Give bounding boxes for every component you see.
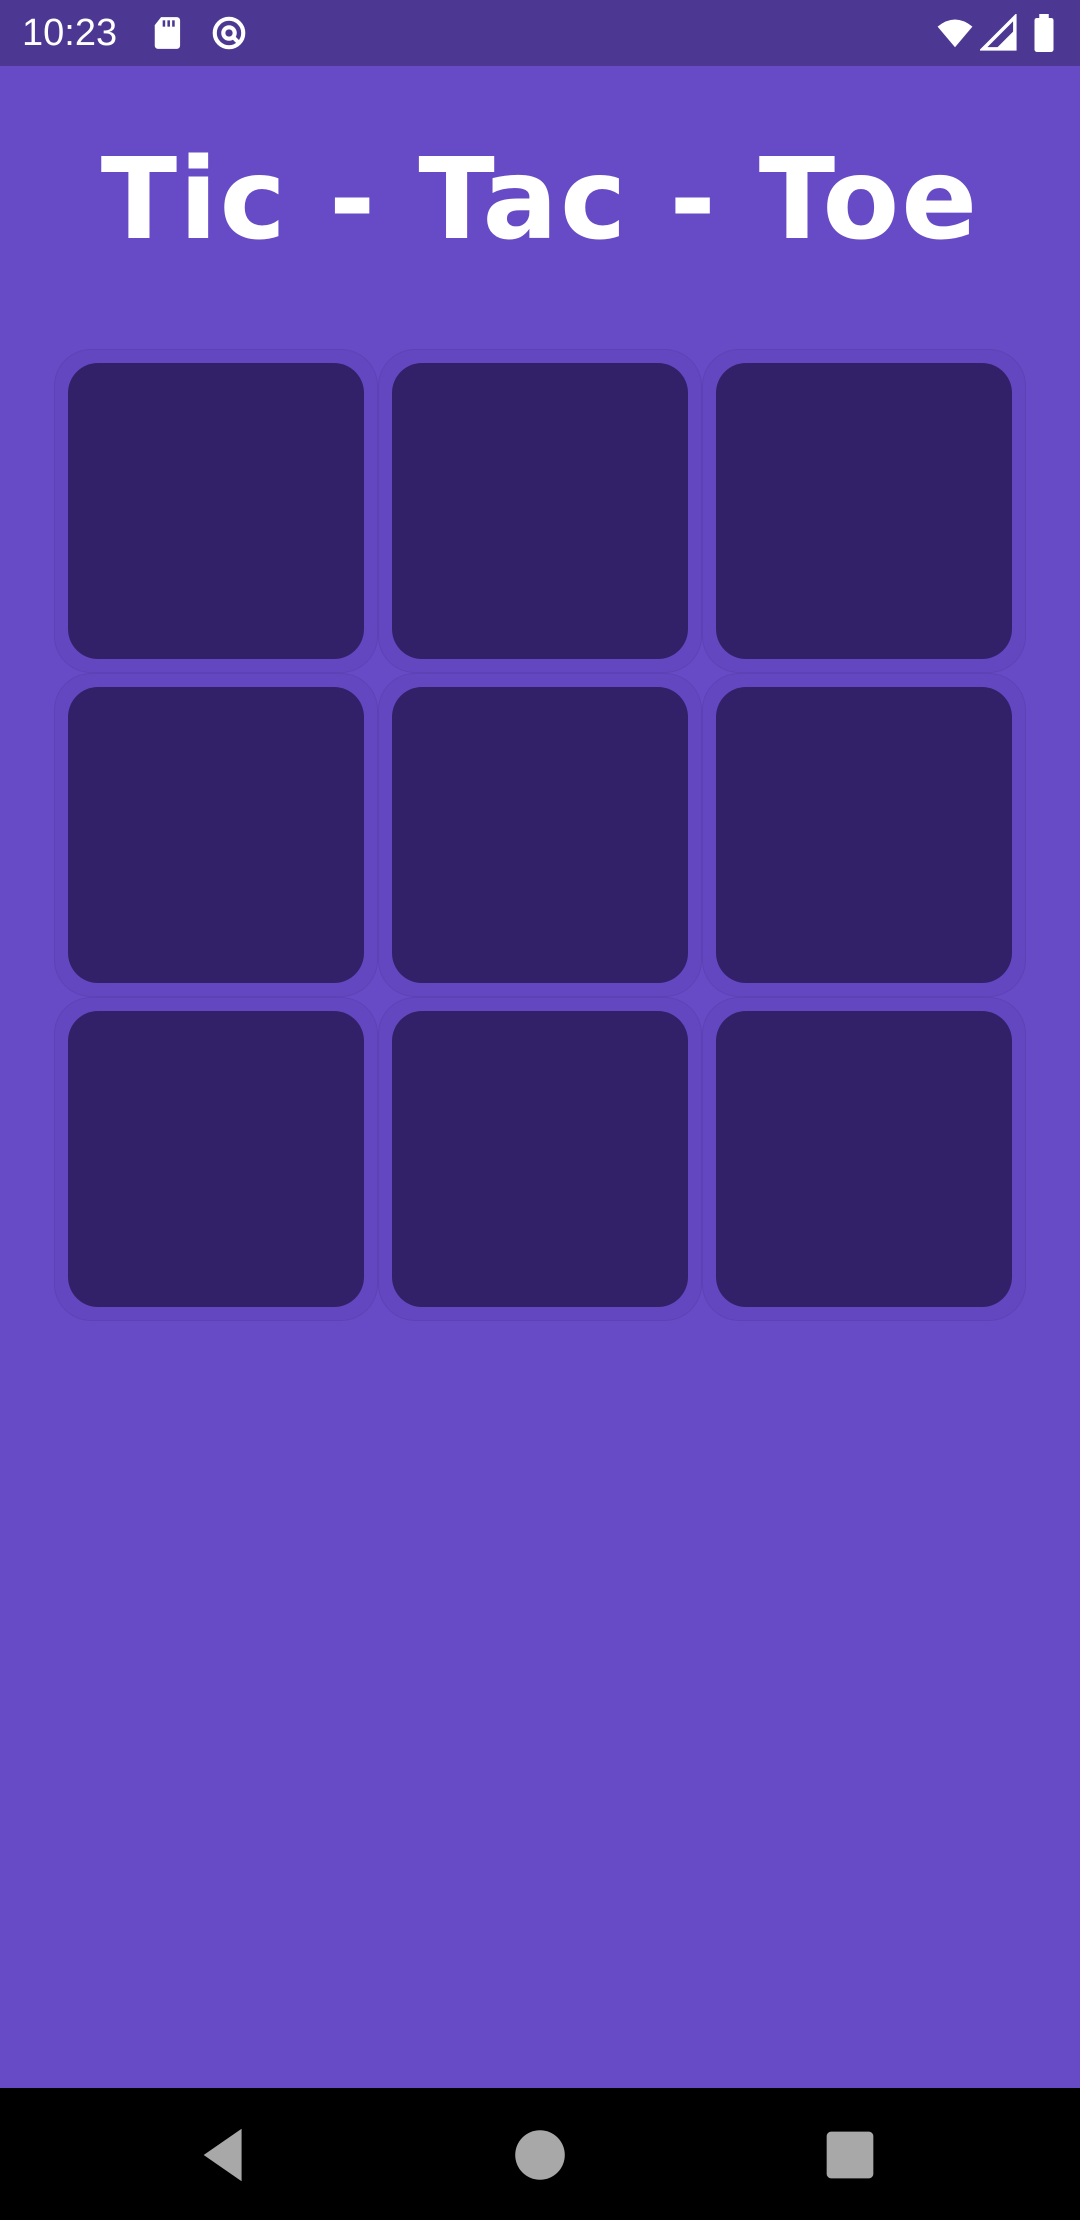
navigation-bar <box>0 2088 1080 2220</box>
cell-frame <box>703 350 1025 672</box>
recents-icon[interactable] <box>815 2120 885 2190</box>
cell-frame <box>55 350 377 672</box>
cell-frame <box>703 998 1025 1320</box>
board-cell-5[interactable] <box>392 687 688 983</box>
status-time: 10:23 <box>22 12 118 54</box>
wifi-icon <box>936 14 974 52</box>
page-title: Tic - Tac - Toe <box>100 135 980 265</box>
cell-frame <box>55 998 377 1320</box>
battery-icon <box>1030 14 1058 52</box>
sync-icon <box>210 14 248 52</box>
game-board <box>55 350 1025 1320</box>
cell-frame <box>55 674 377 996</box>
cell-frame <box>703 674 1025 996</box>
board-cell-8[interactable] <box>392 1011 688 1307</box>
board-cell-2[interactable] <box>392 363 688 659</box>
cellular-signal-icon <box>980 14 1018 52</box>
board-cell-3[interactable] <box>716 363 1012 659</box>
board-cell-9[interactable] <box>716 1011 1012 1307</box>
cell-frame <box>379 674 701 996</box>
cell-frame <box>379 998 701 1320</box>
board-cell-1[interactable] <box>68 363 364 659</box>
back-icon[interactable] <box>192 2120 262 2190</box>
board-cell-6[interactable] <box>716 687 1012 983</box>
board-cell-7[interactable] <box>68 1011 364 1307</box>
status-bar: 10:23 <box>0 0 1080 66</box>
cell-frame <box>379 350 701 672</box>
sd-card-icon <box>150 14 188 52</box>
home-icon[interactable] <box>505 2120 575 2190</box>
board-cell-4[interactable] <box>68 687 364 983</box>
